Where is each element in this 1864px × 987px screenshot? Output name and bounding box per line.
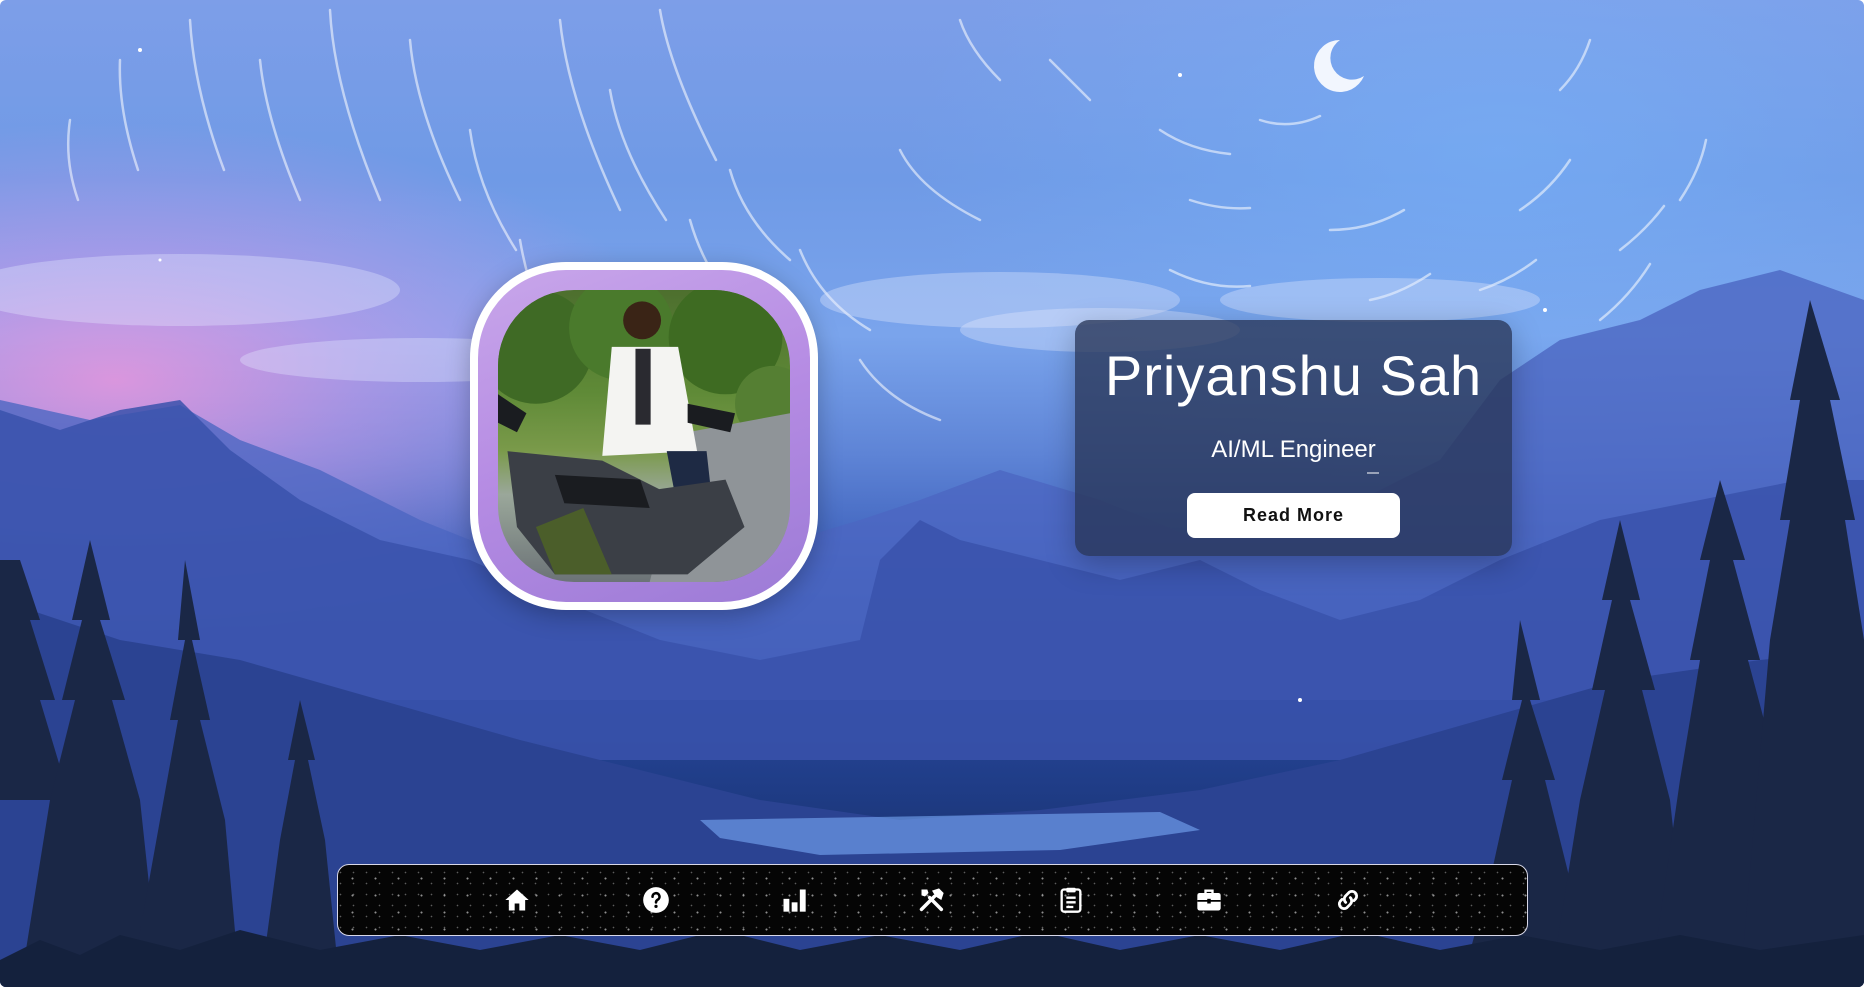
profile-photo-frame: [470, 262, 818, 610]
typing-cursor: [1367, 472, 1379, 474]
bar-chart-icon: [783, 889, 806, 912]
home-icon: [505, 889, 529, 911]
nav-item-services[interactable]: [910, 878, 954, 922]
link-icon: [1337, 889, 1358, 911]
moon-crescent: [1314, 39, 1364, 93]
profile-photo-frame-inner: [478, 270, 810, 602]
nav-item-portfolio[interactable]: [1187, 878, 1231, 922]
nav-item-home[interactable]: [495, 878, 539, 922]
profile-name: Priyanshu Sah: [1104, 344, 1483, 407]
briefcase-icon: [1197, 889, 1221, 911]
mountain-landscape-background: [0, 8, 1864, 987]
intro-card: Priyanshu Sah AI/ML Engineer Read More: [1075, 320, 1512, 556]
clipboard-icon: [1060, 887, 1082, 913]
bottom-navigation-bar: [337, 864, 1528, 936]
hero-section: Priyanshu Sah AI/ML Engineer Read More: [0, 0, 1864, 987]
nav-item-links[interactable]: [1326, 878, 1370, 922]
tools-icon: [920, 888, 945, 912]
read-more-button[interactable]: Read More: [1187, 493, 1400, 538]
profile-photo: [498, 290, 790, 582]
nav-item-about[interactable]: [634, 878, 678, 922]
question-circle-icon: [642, 887, 669, 913]
profile-role: AI/ML Engineer: [1211, 436, 1376, 463]
motorbike-portrait-illustration: [498, 290, 790, 582]
nav-item-resume[interactable]: [1049, 878, 1093, 922]
nav-item-skills[interactable]: [772, 878, 816, 922]
